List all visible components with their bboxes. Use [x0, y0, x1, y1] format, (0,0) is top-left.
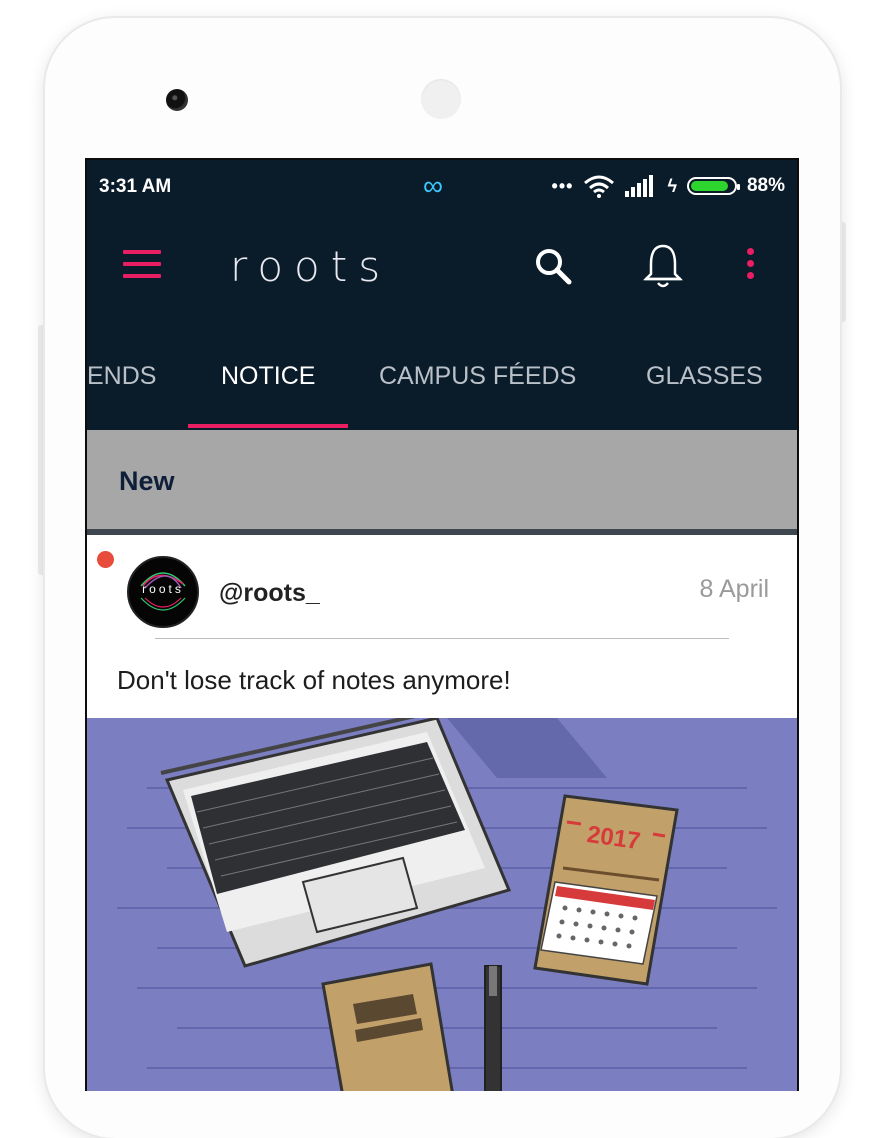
battery-tip — [736, 184, 740, 190]
post-text: Don't lose track of notes anymore! — [117, 665, 511, 695]
section-header: New — [87, 430, 797, 535]
phone-sensor — [421, 79, 461, 119]
laptop-icon — [160, 718, 512, 968]
avatar-label: roots — [142, 582, 184, 596]
signal-icon — [625, 175, 654, 197]
search-icon[interactable] — [533, 246, 573, 286]
more-options-icon[interactable] — [747, 248, 757, 288]
unread-indicator — [97, 551, 114, 568]
avatar[interactable]: roots — [127, 556, 199, 628]
active-tab-indicator — [188, 424, 348, 428]
notebook-icon — [321, 962, 454, 1091]
app-bar: roots — [87, 212, 797, 332]
tab-campus-feeds[interactable]: CAMPUS FÉEDS — [379, 362, 576, 391]
front-camera — [166, 89, 188, 111]
battery-fill — [690, 181, 728, 191]
post-divider — [155, 638, 729, 639]
section-title: New — [119, 466, 175, 496]
status-time: 3:31 AM — [99, 176, 172, 197]
battery-icon — [686, 177, 740, 195]
charging-icon: ϟ — [667, 175, 677, 196]
notification-dots: ••• — [551, 175, 574, 196]
phone-screen: 3:31 AM ∞ ••• ϟ 88% roots ENDS NOTICE CA… — [85, 158, 799, 1091]
app-title: roots — [230, 242, 392, 291]
battery-percent: 88% — [746, 175, 785, 196]
pen-icon — [484, 965, 502, 1091]
post-username[interactable]: @roots_ — [219, 579, 320, 608]
desk-illustration: 2017 — [117, 718, 777, 1091]
bell-icon[interactable] — [641, 242, 685, 290]
infinity-icon: ∞ — [423, 170, 443, 201]
tab-bar: ENDS NOTICE CAMPUS FÉEDS GLASSES — [87, 332, 797, 430]
post-card[interactable]: roots @roots_ 8 April Don't lose track o… — [87, 541, 797, 1091]
tab-classes[interactable]: GLASSES — [646, 362, 763, 391]
tab-friends[interactable]: ENDS — [87, 362, 156, 391]
wifi-icon — [584, 175, 615, 198]
post-image[interactable]: 2017 — [87, 718, 797, 1091]
status-bar: 3:31 AM ∞ ••• ϟ 88% — [87, 160, 797, 212]
calendar-icon: 2017 — [533, 794, 679, 986]
tab-notice[interactable]: NOTICE — [221, 362, 315, 391]
status-indicators: ••• ϟ 88% — [552, 174, 785, 198]
post-date: 8 April — [699, 575, 769, 603]
menu-icon[interactable] — [123, 250, 161, 280]
